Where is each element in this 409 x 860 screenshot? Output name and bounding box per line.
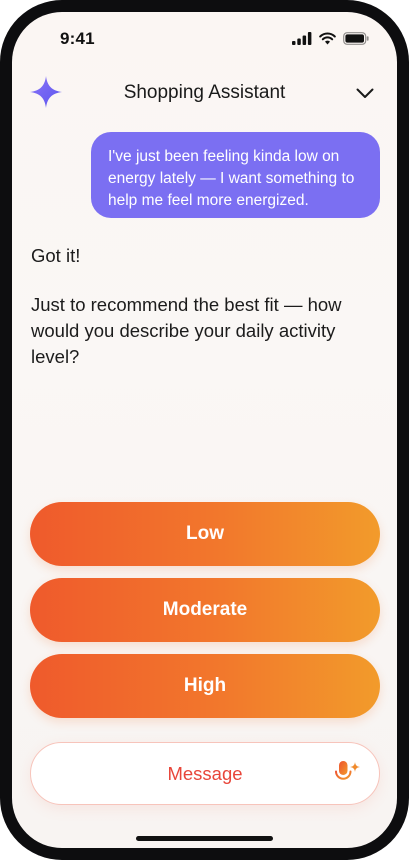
header-title: Shopping Assistant — [123, 82, 286, 103]
user-message-bubble: I've just been feeling kinda low on ener… — [91, 132, 380, 218]
signal-icon — [292, 32, 312, 45]
assistant-question: Just to recommend the best fit — how wou… — [31, 294, 342, 367]
mic-sparkle-icon[interactable] — [333, 759, 361, 787]
assistant-message: Got it! — [31, 245, 81, 266]
option-low-button[interactable]: Low — [30, 502, 380, 566]
home-indicator — [136, 836, 273, 841]
wifi-icon — [319, 32, 336, 45]
status-time: 9:41 — [60, 29, 95, 48]
chevron-down-icon[interactable] — [355, 83, 375, 103]
app-screen: 9:41 Shopping Assistant I've just been f… — [12, 12, 397, 848]
option-high-button[interactable]: High — [30, 654, 380, 718]
status-icons — [292, 32, 369, 45]
message-placeholder: Message — [167, 763, 243, 784]
user-message-text: I've just been feeling kinda low on ener… — [108, 148, 355, 209]
message-input[interactable]: Message — [30, 742, 380, 805]
option-moderate-button[interactable]: Moderate — [30, 578, 380, 642]
battery-icon — [343, 32, 369, 45]
phone-frame: 9:41 Shopping Assistant I've just been f… — [0, 0, 409, 860]
